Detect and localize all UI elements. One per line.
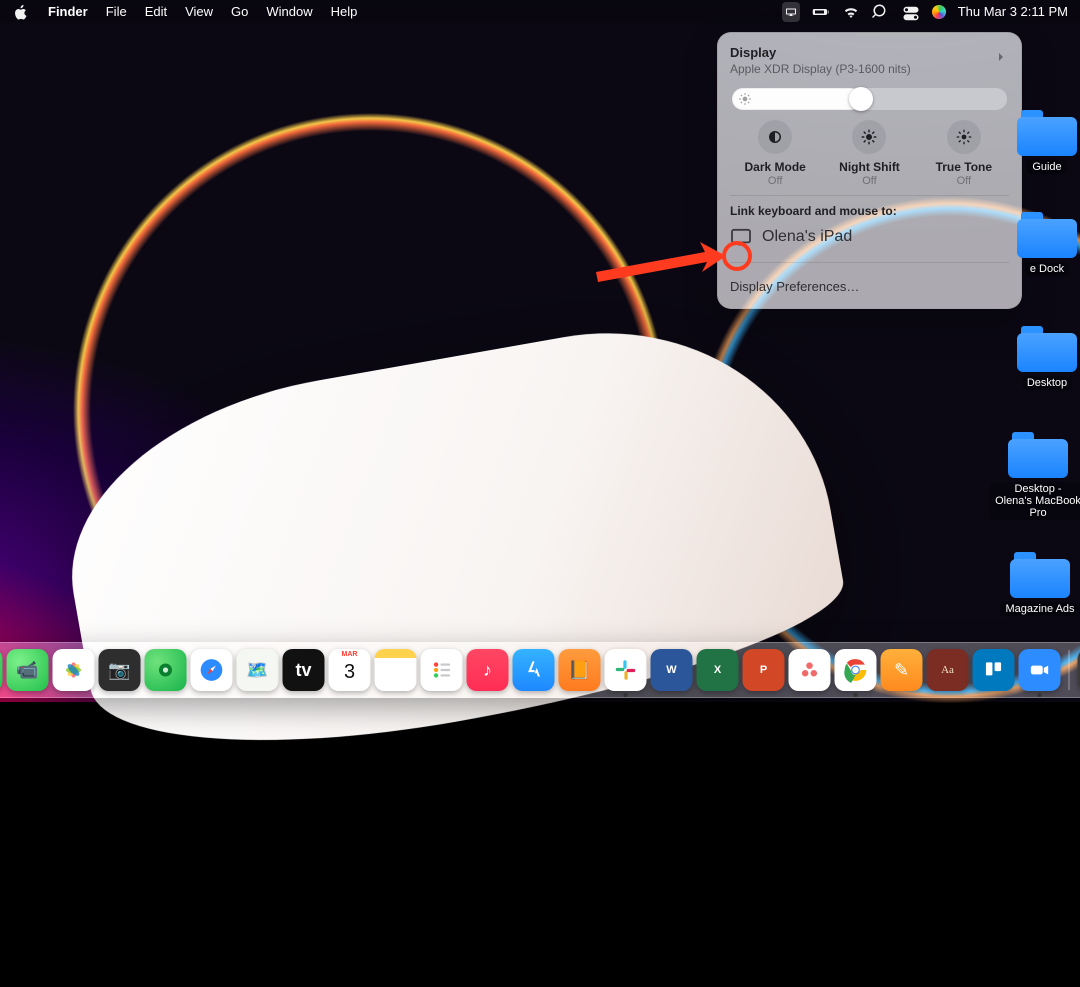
dock-app-music[interactable]: ♪ <box>467 649 509 691</box>
dock-app-asana[interactable] <box>789 649 831 691</box>
link-device-row[interactable]: Olena's iPad <box>730 224 1009 254</box>
dock-app-word[interactable]: W <box>651 649 693 691</box>
night-shift-icon <box>860 128 878 146</box>
dark-mode-state: Off <box>728 175 822 187</box>
dock-app-maps[interactable]: 🗺️ <box>237 649 279 691</box>
folder-icon <box>1010 552 1070 598</box>
dock-app-dictionary[interactable]: Aa <box>927 649 969 691</box>
display-modes: Dark Mode Off Night Shift Off True Tone … <box>728 120 1011 187</box>
menubar-clock[interactable]: Thu Mar 3 2:11 PM <box>958 0 1068 24</box>
menubar-item-help[interactable]: Help <box>331 0 358 24</box>
link-section-label: Link keyboard and mouse to: <box>730 204 1009 218</box>
display-menu-icon[interactable] <box>782 2 800 22</box>
brightness-icon <box>738 92 752 106</box>
menubar: Finder File Edit View Go Window Help Thu… <box>0 0 1080 24</box>
display-control-panel: Display Apple XDR Display (P3-1600 nits)… <box>717 32 1022 309</box>
dock-app-photos[interactable] <box>53 649 95 691</box>
chevron-right-icon[interactable] <box>993 49 1009 65</box>
dock-app-messages[interactable]: 💬 <box>0 649 3 691</box>
panel-subtitle: Apple XDR Display (P3-1600 nits) <box>730 62 985 76</box>
dock-app-appstore[interactable] <box>513 649 555 691</box>
annotation-arrow <box>596 232 746 302</box>
menubar-item-file[interactable]: File <box>106 0 127 24</box>
dock-app-notes[interactable] <box>375 649 417 691</box>
dark-mode-toggle[interactable]: Dark Mode Off <box>728 120 822 187</box>
battery-icon[interactable] <box>812 3 830 21</box>
dock-app-chrome[interactable] <box>835 649 877 691</box>
dock-app-trello[interactable] <box>973 649 1015 691</box>
dock-app-powerpoint[interactable]: P <box>743 649 785 691</box>
night-shift-state: Off <box>822 175 916 187</box>
brightness-slider[interactable] <box>732 88 1007 110</box>
night-shift-label: Night Shift <box>822 160 916 174</box>
desktop-icon-magazine-ads[interactable]: Magazine Ads <box>994 552 1080 616</box>
running-indicator <box>854 693 858 697</box>
desktop-icon-desktop[interactable]: Desktop <box>1008 326 1080 390</box>
folder-icon <box>1017 212 1077 258</box>
true-tone-icon <box>955 128 973 146</box>
dock-app-safari[interactable] <box>191 649 233 691</box>
dock: 💬 📹 📷 🗺️ tv MAR3 ♪ 📙 W X P ✎ Aa <box>0 642 1080 698</box>
running-indicator <box>1038 693 1042 697</box>
dock-app-zoom[interactable] <box>1019 649 1061 691</box>
wifi-icon[interactable] <box>842 3 860 21</box>
dock-app-books[interactable]: 📙 <box>559 649 601 691</box>
true-tone-label: True Tone <box>917 160 1011 174</box>
dock-app-photobooth[interactable]: 📷 <box>99 649 141 691</box>
running-indicator <box>624 693 628 697</box>
dock-app-excel[interactable]: X <box>697 649 739 691</box>
spotlight-icon[interactable] <box>872 3 890 21</box>
dock-app-pages[interactable]: ✎ <box>881 649 923 691</box>
desktop-label: Desktop <box>1022 376 1072 390</box>
panel-separator-2 <box>730 262 1009 263</box>
panel-separator-1 <box>730 195 1009 196</box>
true-tone-state: Off <box>917 175 1011 187</box>
desktop-label: e Dock <box>1025 262 1069 276</box>
dock-app-tv[interactable]: tv <box>283 649 325 691</box>
control-center-icon[interactable] <box>902 3 920 21</box>
menubar-app-name[interactable]: Finder <box>48 0 88 24</box>
dock-app-reminders[interactable] <box>421 649 463 691</box>
siri-icon[interactable] <box>932 5 946 19</box>
desktop-icon-dock[interactable]: e Dock <box>1008 212 1080 276</box>
folder-icon <box>1017 110 1077 156</box>
desktop-icon-guide[interactable]: Guide <box>1008 110 1080 174</box>
true-tone-toggle[interactable]: True Tone Off <box>917 120 1011 187</box>
dock-app-facetime[interactable]: 📹 <box>7 649 49 691</box>
desktop-label: Guide <box>1027 160 1066 174</box>
desktop-icon-desktop-olena[interactable]: Desktop - Olena's MacBook Pro <box>990 432 1080 520</box>
desktop-label: Magazine Ads <box>1000 602 1079 616</box>
menubar-item-go[interactable]: Go <box>231 0 248 24</box>
menubar-item-view[interactable]: View <box>185 0 213 24</box>
brightness-knob[interactable] <box>849 87 873 111</box>
display-preferences-button[interactable]: Display Preferences… <box>730 271 1009 304</box>
dock-app-findmy[interactable] <box>145 649 187 691</box>
dock-divider <box>1069 650 1070 690</box>
night-shift-toggle[interactable]: Night Shift Off <box>822 120 916 187</box>
folder-icon <box>1008 432 1068 478</box>
dark-mode-icon <box>766 128 784 146</box>
menubar-item-window[interactable]: Window <box>266 0 312 24</box>
dock-app-calendar[interactable]: MAR3 <box>329 649 371 691</box>
menubar-item-edit[interactable]: Edit <box>145 0 167 24</box>
desktop-label: Desktop - Olena's MacBook Pro <box>990 482 1080 520</box>
dark-mode-label: Dark Mode <box>728 160 822 174</box>
panel-title: Display <box>730 45 985 60</box>
link-device-name: Olena's iPad <box>762 228 852 246</box>
apple-menu-icon[interactable] <box>12 3 30 21</box>
folder-icon <box>1017 326 1077 372</box>
dock-app-slack[interactable] <box>605 649 647 691</box>
